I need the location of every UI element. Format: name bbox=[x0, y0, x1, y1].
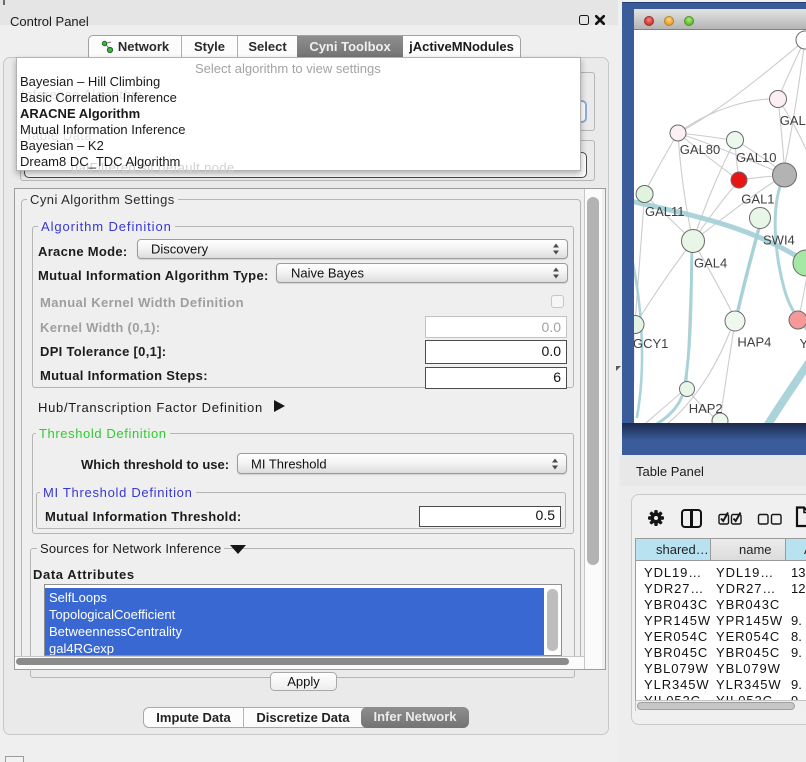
svg-text:GCY1: GCY1 bbox=[634, 336, 668, 351]
svg-text:GAL80: GAL80 bbox=[680, 142, 720, 157]
svg-text:GAL10: GAL10 bbox=[736, 150, 776, 165]
svg-text:GAL2: GAL2 bbox=[780, 113, 806, 128]
svg-text:GAL11: GAL11 bbox=[645, 204, 685, 219]
svg-text:YEL0: YEL0 bbox=[800, 336, 806, 351]
svg-text:HAP2: HAP2 bbox=[689, 401, 723, 416]
svg-text:GAL4: GAL4 bbox=[694, 256, 727, 271]
svg-text:SWI4: SWI4 bbox=[763, 232, 795, 247]
svg-text:GAL1: GAL1 bbox=[741, 192, 774, 207]
svg-text:HAP4: HAP4 bbox=[737, 335, 771, 350]
